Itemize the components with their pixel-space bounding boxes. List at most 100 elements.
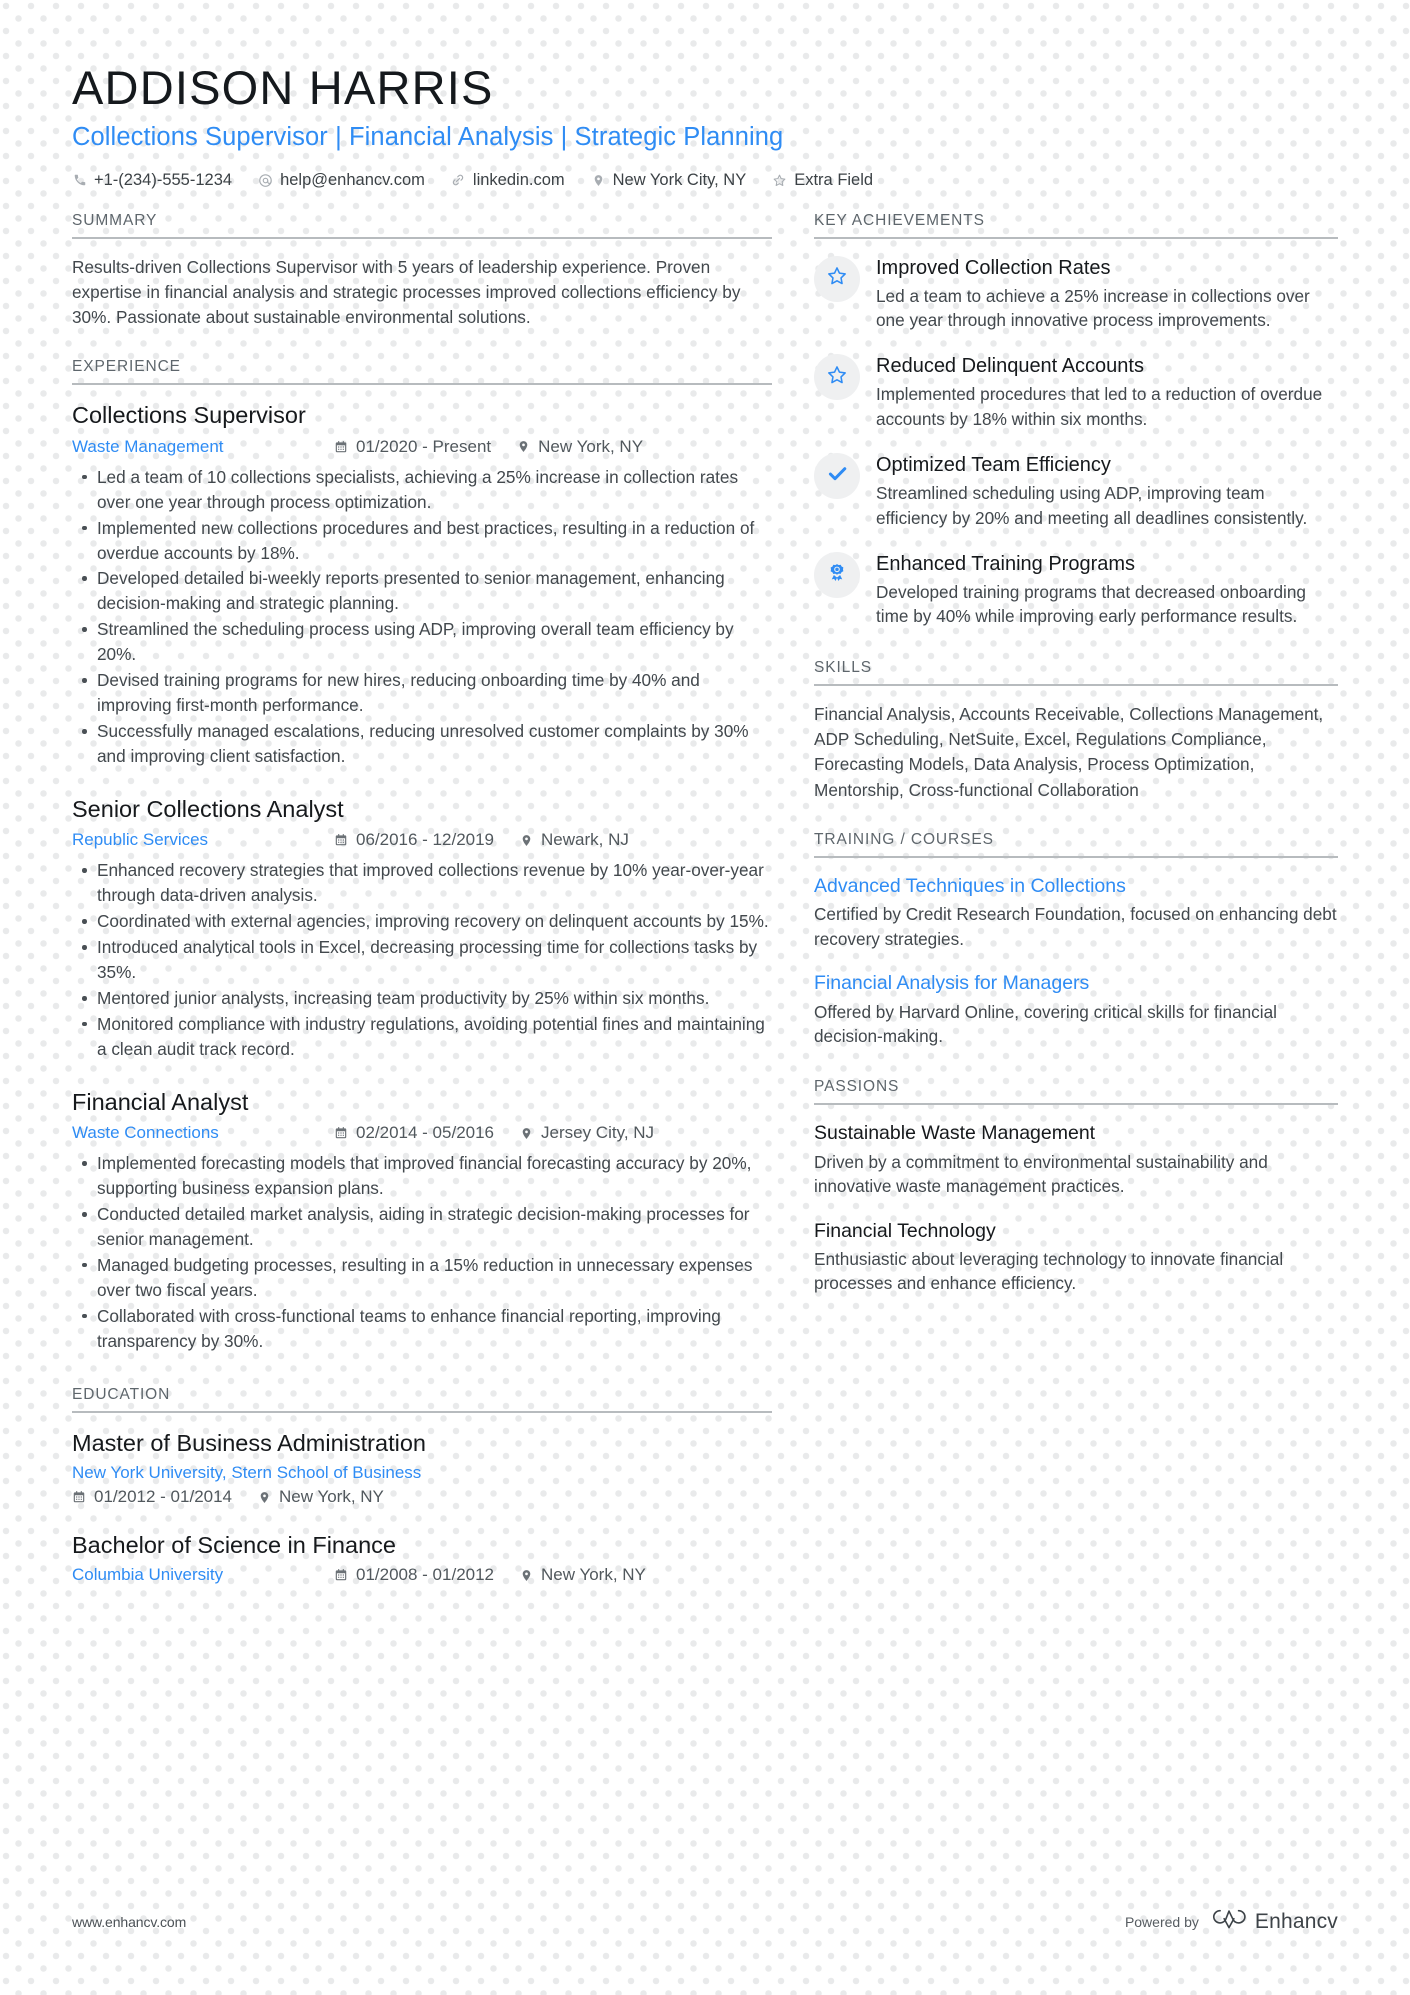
passion-title: Sustainable Waste Management (814, 1122, 1096, 1145)
section-skills: SKILLS Financial Analysis, Accounts Rece… (814, 659, 1338, 803)
education-location-value: New York, NY (541, 1565, 646, 1585)
achievement-item: Reduced Delinquent Accounts Implemented … (814, 353, 1338, 431)
job-bullet: Streamlined the scheduling process using… (82, 617, 772, 667)
job-dates-value: 01/2020 - Present (356, 436, 492, 456)
job-bullets: Implemented forecasting models that impr… (72, 1151, 772, 1354)
star-outline-icon (826, 265, 848, 292)
achievement-item: Improved Collection Rates Led a team to … (814, 255, 1338, 333)
job-bullet: Successfully managed escalations, reduci… (82, 719, 772, 769)
job-dates: 01/2020 - Present (334, 437, 491, 457)
enhancv-logo-icon (1212, 1908, 1246, 1935)
star-icon (772, 173, 787, 188)
job-location-value: Newark, NJ (541, 830, 629, 850)
job-title: Senior Collections Analyst (72, 795, 344, 822)
achievement-badge (814, 354, 860, 401)
resume-page: ADDISON HARRIS Collections Supervisor | … (0, 0, 1410, 1995)
email-icon (258, 173, 273, 188)
achievement-body: Improved Collection Rates Led a team to … (876, 255, 1338, 333)
contact-phone[interactable]: +1-(234)-555-1234 (72, 171, 232, 190)
resume-content: ADDISON HARRIS Collections Supervisor | … (0, 0, 1410, 1589)
contact-row: +1-(234)-555-1234 help@enhancv.com linke… (72, 171, 1338, 190)
contact-email-value: help@enhancv.com (280, 170, 425, 189)
section-key-achievements: KEY ACHIEVEMENTS Improved Collection Rat… (814, 212, 1338, 629)
passion-item: Financial Technology Enthusiastic about … (814, 1219, 1338, 1296)
section-education: EDUCATION Master of Business Administrat… (72, 1386, 772, 1586)
education-degree: Bachelor of Science in Finance (72, 1532, 396, 1559)
job-dates: 06/2016 - 12/2019 (334, 830, 494, 850)
enhancv-brand[interactable]: Enhancv (1212, 1908, 1338, 1935)
education-meta: Columbia University 01/2008 - 01/2012 Ne… (72, 1565, 772, 1585)
achievement-badge (814, 552, 860, 599)
contact-extra-field[interactable]: Extra Field (772, 171, 873, 190)
job-location-value: Jersey City, NJ (541, 1123, 655, 1143)
passions-rule (814, 1103, 1338, 1106)
check-icon (826, 462, 849, 490)
job-company[interactable]: Waste Connections (72, 1123, 334, 1143)
resume-footer: www.enhancv.com Powered by Enhancv (72, 1908, 1338, 1935)
link-icon (451, 173, 466, 188)
achievement-title: Optimized Team Efficiency (876, 454, 1111, 477)
education-dates-value: 01/2008 - 01/2012 (356, 1565, 495, 1585)
contact-location-value: New York City, NY (612, 170, 747, 189)
course-title[interactable]: Advanced Techniques in Collections (814, 874, 1338, 899)
skills-text: Financial Analysis, Accounts Receivable,… (814, 703, 1324, 800)
award-medal-icon (827, 563, 847, 588)
location-pin-icon (520, 1568, 533, 1583)
calendar-icon (72, 1490, 86, 1504)
experience-item: Collections Supervisor Waste Management … (72, 401, 772, 769)
resume-columns: SUMMARY Results-driven Collections Super… (72, 212, 1338, 1590)
job-title: Financial Analyst (72, 1088, 249, 1115)
education-school[interactable]: Columbia University (72, 1565, 334, 1585)
achievement-badge (814, 453, 860, 500)
education-heading: EDUCATION (72, 1385, 171, 1403)
section-training: TRAINING / COURSES Advanced Techniques i… (814, 831, 1338, 1048)
skills-heading: SKILLS (814, 658, 872, 676)
achievements-heading: KEY ACHIEVEMENTS (814, 211, 985, 229)
achievement-desc: Developed training programs that decreas… (876, 582, 1306, 627)
passion-item: Sustainable Waste Management Driven by a… (814, 1121, 1338, 1198)
job-title: Collections Supervisor (72, 402, 306, 429)
education-location: New York, NY (258, 1487, 384, 1507)
job-bullets: Enhanced recovery strategies that improv… (72, 858, 772, 1062)
location-pin-icon (591, 173, 606, 188)
location-pin-icon (520, 1126, 533, 1141)
achievement-badge (814, 255, 860, 302)
job-company[interactable]: Republic Services (72, 830, 334, 850)
footer-url[interactable]: www.enhancv.com (72, 1914, 186, 1930)
contact-location[interactable]: New York City, NY (591, 170, 747, 190)
powered-by-label: Powered by (1124, 1913, 1199, 1930)
skills-rule (814, 683, 1338, 686)
experience-item: Senior Collections Analyst Republic Serv… (72, 795, 772, 1062)
contact-email[interactable]: help@enhancv.com (258, 171, 425, 190)
education-school[interactable]: New York University, Stern School of Bus… (72, 1463, 772, 1483)
achievement-item: Enhanced Training Programs Developed tra… (814, 551, 1338, 629)
job-bullet: Implemented forecasting models that impr… (82, 1151, 772, 1201)
achievement-desc: Streamlined scheduling using ADP, improv… (876, 483, 1308, 528)
job-bullet: Coordinated with external agencies, impr… (82, 909, 772, 934)
contact-linkedin-value: linkedin.com (472, 170, 565, 189)
passion-title: Financial Technology (814, 1219, 996, 1242)
summary-rule (72, 236, 772, 239)
achievement-item: Optimized Team Efficiency Streamlined sc… (814, 452, 1338, 530)
job-company[interactable]: Waste Management (72, 437, 334, 457)
achievement-body: Enhanced Training Programs Developed tra… (876, 551, 1338, 629)
job-bullet: Collaborated with cross-functional teams… (82, 1304, 772, 1354)
education-location: New York, NY (520, 1565, 646, 1585)
passion-desc: Enthusiastic about leveraging technology… (814, 1248, 1284, 1294)
left-column: SUMMARY Results-driven Collections Super… (72, 212, 772, 1590)
course-title[interactable]: Financial Analysis for Managers (814, 971, 1338, 996)
job-bullet: Mentored junior analysts, increasing tea… (82, 986, 772, 1011)
experience-rule (72, 383, 772, 386)
achievements-rule (814, 236, 1338, 239)
job-bullet: Conducted detailed market analysis, aidi… (82, 1202, 772, 1252)
contact-linkedin[interactable]: linkedin.com (451, 171, 565, 190)
job-bullet: Introduced analytical tools in Excel, de… (82, 935, 772, 985)
achievement-desc: Implemented procedures that led to a red… (876, 384, 1323, 429)
job-bullet: Led a team of 10 collections specialists… (82, 465, 772, 515)
job-bullet: Implemented new collections procedures a… (82, 516, 772, 566)
job-bullet: Enhanced recovery strategies that improv… (82, 858, 772, 908)
